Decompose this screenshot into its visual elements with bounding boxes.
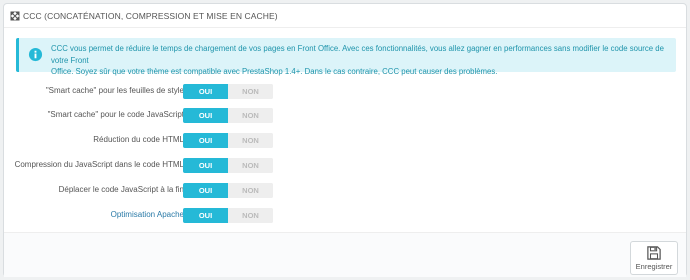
smart-cache-css-toggle[interactable]: OUI NON bbox=[183, 84, 273, 99]
toggle-on-option[interactable]: OUI bbox=[183, 84, 228, 99]
setting-row-smart-cache-css: "Smart cache" pour les feuilles de style… bbox=[4, 84, 688, 100]
toggle-on-option[interactable]: OUI bbox=[183, 133, 228, 148]
save-button[interactable]: Enregistrer bbox=[630, 241, 678, 275]
toggle-off-option[interactable]: NON bbox=[228, 183, 273, 198]
alert-text-line2: Office. Soyez sûr que votre thème est co… bbox=[51, 67, 498, 76]
ccc-panel: CCC (CONCATÉNATION, COMPRESSION ET MISE … bbox=[3, 3, 687, 277]
panel-footer: Enregistrer bbox=[4, 232, 686, 277]
setting-label: Compression du JavaScript dans le code H… bbox=[14, 160, 184, 169]
alert-text-line1: CCC vous permet de réduire le temps de c… bbox=[51, 44, 664, 65]
html-reduction-toggle[interactable]: OUI NON bbox=[183, 133, 273, 148]
setting-row-smart-cache-js: "Smart cache" pour le code JavaScript OU… bbox=[4, 108, 688, 124]
apache-optimisation-toggle[interactable]: OUI NON bbox=[183, 208, 273, 223]
toggle-on-option[interactable]: OUI bbox=[183, 183, 228, 198]
info-circle-icon bbox=[28, 47, 43, 62]
panel-heading: CCC (CONCATÉNATION, COMPRESSION ET MISE … bbox=[4, 4, 686, 28]
toggle-on-option[interactable]: OUI bbox=[183, 158, 228, 173]
apache-optimisation-link[interactable]: Optimisation Apache bbox=[111, 210, 184, 219]
toggle-off-option[interactable]: NON bbox=[228, 158, 273, 173]
js-compression-toggle[interactable]: OUI NON bbox=[183, 158, 273, 173]
setting-label: Déplacer le code JavaScript à la fin bbox=[58, 185, 184, 194]
move-js-toggle[interactable]: OUI NON bbox=[183, 183, 273, 198]
panel-title: CCC (CONCATÉNATION, COMPRESSION ET MISE … bbox=[23, 10, 278, 21]
toggle-off-option[interactable]: NON bbox=[228, 84, 273, 99]
toggle-off-option[interactable]: NON bbox=[228, 133, 273, 148]
setting-label: Réduction du code HTML bbox=[93, 135, 184, 144]
setting-row-move-js: Déplacer le code JavaScript à la fin OUI… bbox=[4, 183, 688, 199]
toggle-off-option[interactable]: NON bbox=[228, 108, 273, 123]
toggle-off-option[interactable]: NON bbox=[228, 208, 273, 223]
setting-label: "Smart cache" pour les feuilles de style bbox=[45, 86, 184, 95]
setting-row-html-reduction: Réduction du code HTML OUI NON bbox=[4, 133, 688, 149]
expand-arrows-icon bbox=[10, 11, 20, 21]
setting-label: "Smart cache" pour le code JavaScript bbox=[47, 110, 184, 119]
toggle-on-option[interactable]: OUI bbox=[183, 208, 228, 223]
toggle-on-option[interactable]: OUI bbox=[183, 108, 228, 123]
info-alert: CCC vous permet de réduire le temps de c… bbox=[16, 38, 676, 76]
floppy-disk-icon bbox=[647, 245, 661, 260]
smart-cache-js-toggle[interactable]: OUI NON bbox=[183, 108, 273, 123]
save-button-label: Enregistrer bbox=[635, 261, 673, 271]
setting-row-js-compression: Compression du JavaScript dans le code H… bbox=[4, 158, 688, 174]
setting-row-apache: Optimisation Apache OUI NON bbox=[4, 208, 688, 224]
